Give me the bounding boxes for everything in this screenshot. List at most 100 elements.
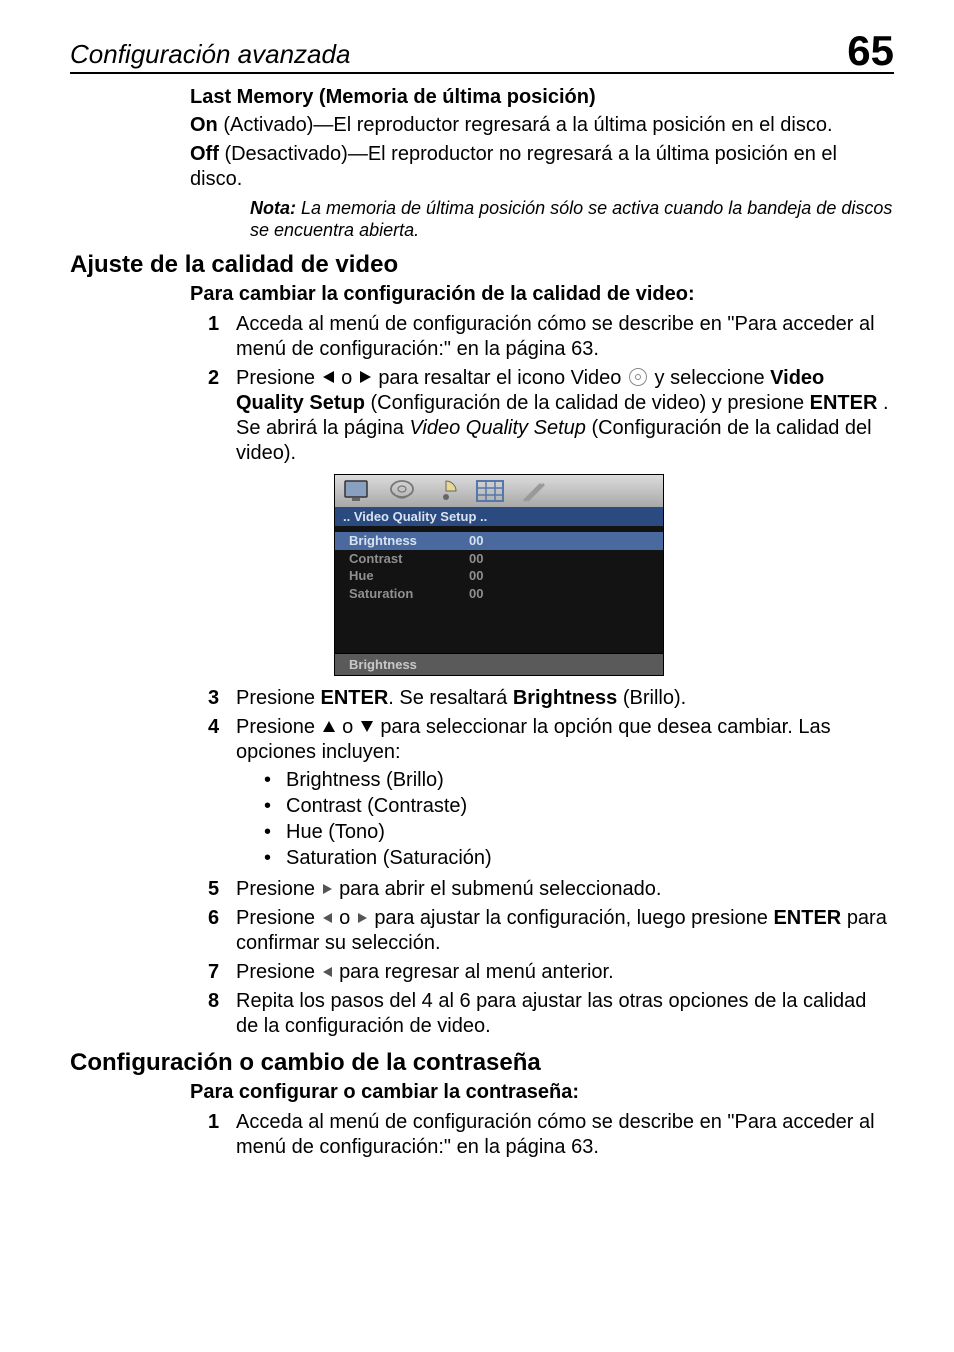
list-item: •Hue (Tono) <box>264 819 894 845</box>
page-number: 65 <box>847 30 894 72</box>
osd-key: Hue <box>349 567 469 585</box>
txt: Presione <box>236 367 321 389</box>
enter-key: ENTER <box>321 687 389 709</box>
step-num: 3 <box>208 686 236 711</box>
txt: y seleccione <box>655 367 771 389</box>
osd-menu-title: .. Video Quality Setup .. <box>334 507 664 526</box>
step-6-body: Presione o para ajustar la configuración… <box>236 906 894 956</box>
osd-menu-body: Brightness 00 Contrast 00 Hue 00 Saturat… <box>334 526 664 654</box>
osd-val: 00 <box>469 532 509 550</box>
password-subheading: Para configurar o cambiar la contraseña: <box>190 1081 894 1104</box>
step-num: 1 <box>208 1110 236 1160</box>
step-7-body: Presione para regresar al menú anterior. <box>236 960 894 985</box>
left-arrow-icon <box>323 913 332 923</box>
last-memory-heading: Last Memory (Memoria de última posición) <box>190 86 894 109</box>
txt: . Se resaltará <box>388 687 513 709</box>
step-num: 5 <box>208 877 236 902</box>
left-arrow-icon <box>323 371 334 383</box>
step-4: 4 Presione o para seleccionar la opción … <box>208 715 894 873</box>
right-arrow-icon <box>358 913 367 923</box>
step-2-body: Presione o para resaltar el icono Video … <box>236 366 894 466</box>
left-arrow-icon <box>323 967 332 977</box>
video-disc-icon <box>629 368 647 386</box>
osd-val: 00 <box>469 585 509 603</box>
video-quality-subheading: Para cambiar la configuración de la cali… <box>190 283 894 306</box>
step-num: 7 <box>208 960 236 985</box>
password-step-1: 1 Acceda al menú de configuración cómo s… <box>208 1110 894 1160</box>
video-quality-heading: Ajuste de la calidad de video <box>70 251 894 279</box>
osd-key: Saturation <box>349 585 469 603</box>
step-5-body: Presione para abrir el submenú seleccion… <box>236 877 894 902</box>
last-memory-on: On (Activado)—El reproductor regresará a… <box>190 113 894 138</box>
last-memory-note: Nota: La memoria de última posición sólo… <box>250 198 894 241</box>
osd-row-hue: Hue 00 <box>335 567 663 585</box>
step-num: 8 <box>208 989 236 1039</box>
on-text: (Activado)—El reproductor regresará a la… <box>218 114 833 136</box>
up-arrow-icon <box>323 721 335 732</box>
step-7: 7 Presione para regresar al menú anterio… <box>208 960 894 985</box>
on-label: On <box>190 114 218 136</box>
osd-row-contrast: Contrast 00 <box>335 550 663 568</box>
step-1: 1 Acceda al menú de configuración cómo s… <box>208 312 894 362</box>
right-arrow-icon <box>323 884 332 894</box>
step-4-body: Presione o para seleccionar la opción qu… <box>236 715 894 873</box>
last-memory-off: Off (Desactivado)—El reproductor no regr… <box>190 142 894 192</box>
step-num: 1 <box>208 312 236 362</box>
bullet-icon: • <box>264 845 286 871</box>
osd-key: Brightness <box>349 532 469 550</box>
osd-tab-monitor-icon <box>343 479 373 503</box>
opt: Saturation (Saturación) <box>286 845 492 871</box>
osd-val: 00 <box>469 550 509 568</box>
opt: Hue (Tono) <box>286 819 385 845</box>
txt: para abrir el submenú seleccionado. <box>339 878 661 900</box>
step-num: 2 <box>208 366 236 466</box>
page-header: Configuración avanzada 65 <box>70 30 894 74</box>
bullet-icon: • <box>264 793 286 819</box>
list-item: •Saturation (Saturación) <box>264 845 894 871</box>
osd-tab-tools-icon <box>519 479 549 503</box>
list-item: •Brightness (Brillo) <box>264 767 894 793</box>
osd-row-saturation: Saturation 00 <box>335 585 663 603</box>
opt: Contrast (Contraste) <box>286 793 467 819</box>
options-list: •Brightness (Brillo) •Contrast (Contrast… <box>264 767 894 871</box>
off-text: (Desactivado)—El reproductor no regresar… <box>190 143 837 190</box>
bullet-icon: • <box>264 819 286 845</box>
osd-key: Contrast <box>349 550 469 568</box>
right-arrow-icon <box>360 371 371 383</box>
note-label: Nota: <box>250 198 296 218</box>
osd-screenshot: .. Video Quality Setup .. Brightness 00 … <box>334 474 664 676</box>
osd-tab-grid-icon <box>475 479 505 503</box>
step-num: 4 <box>208 715 236 873</box>
txt: Presione <box>236 687 321 709</box>
osd-footer: Brightness <box>334 654 664 676</box>
txt: o <box>342 716 359 738</box>
txt: o <box>341 367 358 389</box>
txt: para resaltar el icono Video <box>378 367 627 389</box>
enter-key: ENTER <box>810 392 878 414</box>
step-num: 6 <box>208 906 236 956</box>
step-6: 6 Presione o para ajustar la configuraci… <box>208 906 894 956</box>
osd-tab-bar <box>334 474 664 507</box>
enter-key: ENTER <box>773 907 841 929</box>
section-title: Configuración avanzada <box>70 39 350 72</box>
txt: Presione <box>236 907 321 929</box>
osd-tab-disc-icon <box>387 479 417 503</box>
step-2: 2 Presione o para resaltar el icono Vide… <box>208 366 894 466</box>
txt: (Configuración de la calidad de video) y… <box>370 392 809 414</box>
step-3: 3 Presione ENTER. Se resaltará Brightnes… <box>208 686 894 711</box>
txt: Presione <box>236 716 321 738</box>
txt: Presione <box>236 878 321 900</box>
step-3-body: Presione ENTER. Se resaltará Brightness … <box>236 686 894 711</box>
document-page: Configuración avanzada 65 Last Memory (M… <box>0 0 954 1202</box>
step-1-body: Acceda al menú de configuración cómo se … <box>236 312 894 362</box>
osd-val: 00 <box>469 567 509 585</box>
step-8-body: Repita los pasos del 4 al 6 para ajustar… <box>236 989 894 1039</box>
opt: Brightness (Brillo) <box>286 767 444 793</box>
txt: Presione <box>236 961 321 983</box>
txt: (Brillo). <box>617 687 686 709</box>
option-name: Brightness <box>513 687 617 709</box>
step-5: 5 Presione para abrir el submenú selecci… <box>208 877 894 902</box>
bullet-icon: • <box>264 767 286 793</box>
list-item: •Contrast (Contraste) <box>264 793 894 819</box>
note-text: La memoria de última posición sólo se ac… <box>250 198 892 240</box>
